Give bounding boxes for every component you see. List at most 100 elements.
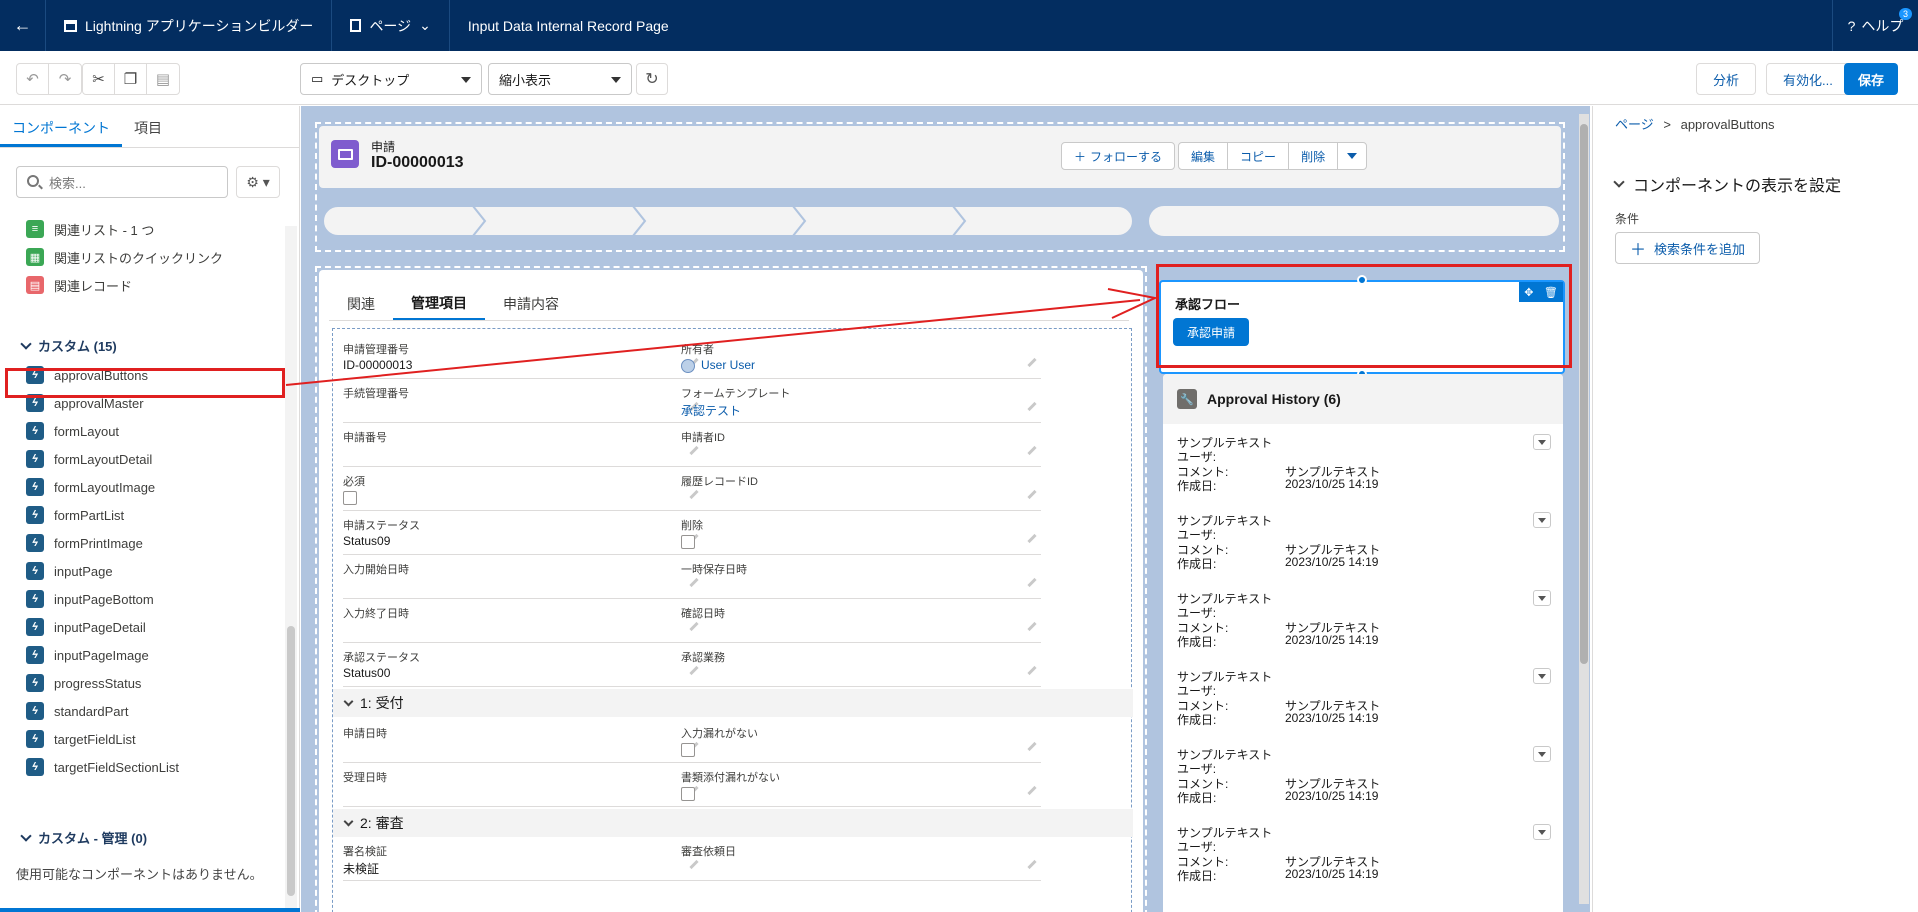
record-field[interactable]: 手続管理番号 <box>343 383 703 423</box>
pencil-icon[interactable] <box>1027 665 1037 676</box>
custom-component-item[interactable]: ϟ inputPageImage <box>26 644 149 666</box>
custom-component-item[interactable]: ϟ formPrintImage <box>26 532 143 554</box>
custom-component-item[interactable]: ϟ formLayout <box>26 420 119 442</box>
page-menu-button[interactable]: ページ ⌄ <box>332 0 450 51</box>
row-menu-button[interactable] <box>1533 512 1551 528</box>
redo-icon[interactable]: ↷ <box>49 64 81 94</box>
custom-component-item[interactable]: ϟ progressStatus <box>26 672 141 694</box>
record-field[interactable]: 承認業務 <box>681 647 1041 687</box>
paste-icon[interactable]: ▤ <box>147 64 179 94</box>
pencil-icon[interactable] <box>1027 859 1037 870</box>
field-checkbox[interactable] <box>681 787 695 801</box>
custom-component-item[interactable]: ϟ formPartList <box>26 504 124 526</box>
record-field[interactable]: 削除 <box>681 515 1041 555</box>
tab-application-content[interactable]: 申請内容 <box>485 288 577 320</box>
zoom-select[interactable]: 縮小表示 <box>488 63 632 95</box>
add-filter-button[interactable]: ＋ 検索条件を追加 <box>1615 232 1761 264</box>
tab-related[interactable]: 関連 <box>329 288 393 320</box>
tab-components[interactable]: コンポーネント <box>0 106 122 147</box>
component-item[interactable]: ▦ 関連リストのクイックリンク <box>26 246 223 268</box>
record-field[interactable]: 承認ステータス Status00 <box>343 647 703 687</box>
field-checkbox[interactable] <box>681 535 695 549</box>
tab-admin-fields[interactable]: 管理項目 <box>393 288 485 320</box>
field-value[interactable]: User User <box>681 358 755 373</box>
pencil-icon[interactable] <box>1027 357 1037 368</box>
custom-component-item[interactable]: ϟ targetFieldList <box>26 728 136 750</box>
record-field[interactable]: 署名検証 未検証 <box>343 841 703 881</box>
section-reception[interactable]: 1: 受付 <box>333 689 1133 717</box>
row-menu-button[interactable] <box>1533 590 1551 606</box>
follow-button[interactable]: ＋ フォローする <box>1061 142 1176 170</box>
pencil-icon[interactable] <box>1027 741 1037 752</box>
custom-component-item[interactable]: ϟ targetFieldSectionList <box>26 756 179 778</box>
record-field[interactable]: 入力開始日時 <box>343 559 703 599</box>
custom-component-item[interactable]: ϟ formLayoutDetail <box>26 448 152 470</box>
pencil-icon[interactable] <box>1027 577 1037 588</box>
component-item[interactable]: ≡ 関連リスト - 1 つ <box>26 218 154 240</box>
path-component[interactable] <box>322 205 1559 237</box>
record-field[interactable]: 入力終了日時 <box>343 603 703 643</box>
section-custom-managed[interactable]: カスタム - 管理 (0) <box>20 828 147 847</box>
field-value[interactable]: User User <box>701 358 755 372</box>
copy-icon[interactable]: ❐ <box>115 64 147 94</box>
pencil-icon[interactable] <box>1027 489 1037 500</box>
record-field[interactable]: 履歴レコードID <box>681 471 1041 511</box>
pencil-icon[interactable] <box>1027 445 1037 456</box>
scrollbar-thumb[interactable] <box>287 626 295 896</box>
refresh-icon[interactable]: ↻ <box>636 63 668 95</box>
scrollbar-thumb[interactable] <box>1580 124 1588 664</box>
section-custom[interactable]: カスタム (15) <box>20 336 117 355</box>
record-field[interactable]: 審査依頼日 <box>681 841 1041 881</box>
breadcrumb-page-link[interactable]: ページ <box>1615 117 1654 132</box>
pencil-icon[interactable] <box>1027 533 1037 544</box>
record-field[interactable]: 書類添付漏れがない <box>681 767 1041 807</box>
record-field[interactable]: 入力漏れがない <box>681 723 1041 763</box>
record-field[interactable]: 一時保存日時 <box>681 559 1041 599</box>
custom-component-item[interactable]: ϟ formLayoutImage <box>26 476 155 498</box>
record-field[interactable]: 申請管理番号 ID-00000013 <box>343 339 703 379</box>
row-menu-button[interactable] <box>1533 746 1551 762</box>
device-select[interactable]: ▭ デスクトップ <box>300 63 482 95</box>
panel-scrollbar[interactable] <box>285 226 297 912</box>
custom-component-item[interactable]: ϟ standardPart <box>26 700 128 722</box>
cut-icon[interactable]: ✂ <box>83 64 115 94</box>
record-field[interactable]: 確認日時 <box>681 603 1041 643</box>
canvas-scrollbar[interactable] <box>1579 114 1589 904</box>
settings-gear-icon[interactable]: ⚙ ▾ <box>236 166 280 198</box>
record-field[interactable]: 所有者 User User <box>681 339 1041 379</box>
field-value[interactable]: 承認テスト <box>681 402 741 419</box>
copy-button[interactable]: コピー <box>1227 142 1290 170</box>
custom-component-item[interactable]: ϟ inputPageBottom <box>26 588 154 610</box>
undo-icon[interactable]: ↶ <box>17 64 49 94</box>
custom-component-item[interactable]: ϟ inputPageDetail <box>26 616 146 638</box>
edit-button[interactable]: 編集 <box>1178 142 1229 170</box>
record-field[interactable]: 必須 <box>343 471 703 511</box>
tab-fields[interactable]: 項目 <box>122 106 174 147</box>
field-checkbox[interactable] <box>681 743 695 757</box>
record-field[interactable]: 申請日時 <box>343 723 703 763</box>
save-button[interactable]: 保存 <box>1844 63 1899 95</box>
row-menu-button[interactable] <box>1533 824 1551 840</box>
delete-button[interactable]: 削除 <box>1288 142 1339 170</box>
search-input[interactable]: 検索... <box>16 166 228 198</box>
pencil-icon[interactable] <box>1027 621 1037 632</box>
back-arrow-icon[interactable]: ← <box>0 0 46 51</box>
custom-component-item[interactable]: ϟ inputPage <box>26 560 113 582</box>
record-detail[interactable]: 申請管理番号 ID-00000013 所有者 User User 手続管理番号 フォームテ… <box>332 328 1133 912</box>
record-field[interactable]: 申請者ID <box>681 427 1041 467</box>
record-field[interactable]: フォームテンプレート 承認テスト <box>681 383 1041 423</box>
help-button[interactable]: ? ヘルプ 3 <box>1832 0 1918 51</box>
row-menu-button[interactable] <box>1533 668 1551 684</box>
pencil-icon[interactable] <box>1027 401 1037 412</box>
pencil-icon[interactable] <box>1027 785 1037 796</box>
visibility-section[interactable]: コンポーネントの表示を設定 <box>1613 172 1841 196</box>
record-header[interactable]: 申請 ID-00000013 ＋ フォローする 編集 コピー 削除 <box>319 126 1561 188</box>
detail-tabs-card[interactable]: 関連 管理項目 申請内容 申請管理番号 ID-00000013 所有者 User Us… <box>319 270 1143 912</box>
more-actions-button[interactable] <box>1337 142 1368 170</box>
activate-button[interactable]: 有効化... <box>1766 63 1850 95</box>
approval-history-card[interactable]: 🔧 Approval History (6) サンプルテキスト ユーザ: コメント:… <box>1163 374 1563 912</box>
analyze-button[interactable]: 分析 <box>1696 63 1757 95</box>
record-field[interactable]: 申請番号 <box>343 427 703 467</box>
record-field[interactable]: 受理日時 <box>343 767 703 807</box>
section-review[interactable]: 2: 審査 <box>333 809 1133 837</box>
